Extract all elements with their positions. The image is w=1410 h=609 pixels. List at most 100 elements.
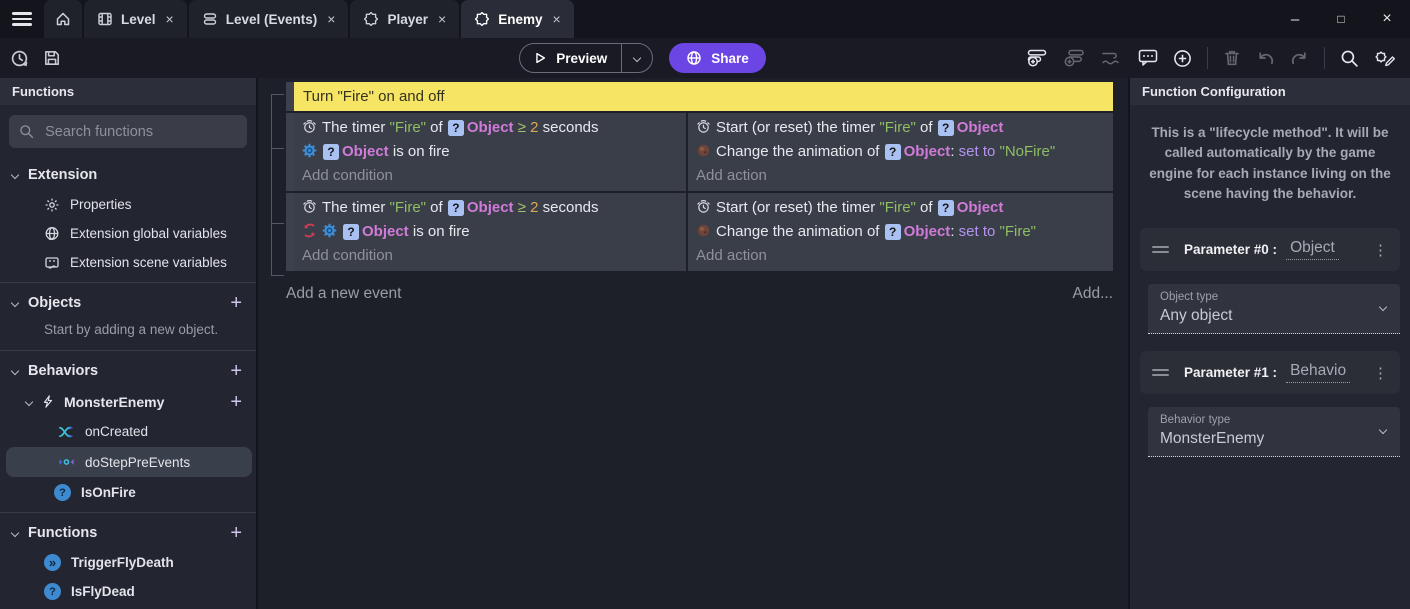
action-line[interactable]: Start (or reset) the timer "Fire" of Obj…	[696, 116, 1105, 140]
conditions-column[interactable]: The timer "Fire" of Object ≥ 2 seconds O…	[294, 113, 686, 191]
undo-button[interactable]	[1256, 49, 1275, 67]
add-comment-button[interactable]	[1138, 49, 1158, 67]
sidebar-item-isflydead[interactable]: IsFlyDead	[0, 577, 256, 606]
add-subevent-button[interactable]	[1064, 49, 1086, 67]
hamburger-icon	[12, 9, 32, 29]
section-behaviors[interactable]: Behaviors +	[0, 356, 256, 386]
scene-variables-icon	[44, 255, 60, 271]
parameter-name-field[interactable]: Behavio	[1286, 362, 1350, 383]
events-sheet: Turn "Fire" on and off The timer "Fire" …	[258, 78, 1128, 609]
comment-text[interactable]: Turn "Fire" on and off	[294, 82, 1113, 111]
actions-column[interactable]: Start (or reset) the timer "Fire" of Obj…	[688, 193, 1113, 271]
actions-column[interactable]: Start (or reset) the timer "Fire" of Obj…	[688, 113, 1113, 191]
parameter-menu-icon[interactable]: ⋮	[1373, 241, 1388, 259]
parameter-name-field[interactable]: Object	[1286, 239, 1339, 260]
behavior-name: MonsterEnemy	[64, 394, 164, 410]
close-tab-icon[interactable]: ×	[438, 11, 446, 27]
drag-handle-icon[interactable]	[1152, 243, 1169, 256]
event-drag-strip[interactable]	[286, 82, 294, 111]
comment-event[interactable]: Turn "Fire" on and off	[286, 82, 1113, 111]
event-drag-strip[interactable]	[286, 113, 294, 191]
share-button[interactable]: Share	[669, 43, 766, 73]
history-icon[interactable]	[10, 49, 29, 68]
preview-options-button[interactable]	[622, 44, 652, 72]
sidebar-item-dosteppreevents[interactable]: doStepPreEvents	[6, 447, 252, 477]
minimize-button[interactable]: –	[1272, 11, 1318, 28]
tab-player[interactable]: Player ×	[350, 0, 459, 38]
behavior-monsterenemy[interactable]: MonsterEnemy +	[0, 386, 256, 417]
text-segment: "Fire"	[390, 116, 426, 140]
parameter-card-0[interactable]: Parameter #0 : Object ⋮	[1140, 228, 1400, 271]
search-events-button[interactable]	[1340, 49, 1359, 68]
parameter-card-1[interactable]: Parameter #1 : Behavio ⋮	[1140, 351, 1400, 394]
add-function-button[interactable]: +	[230, 523, 242, 543]
choose-event-button[interactable]	[1173, 49, 1192, 68]
search-icon	[19, 123, 34, 140]
close-tab-icon[interactable]: ×	[166, 11, 174, 27]
redo-button[interactable]	[1290, 49, 1309, 67]
sidebar-header: Functions	[0, 78, 256, 105]
tab-level-events[interactable]: Level (Events) ×	[189, 0, 349, 38]
preview-button[interactable]: Preview	[519, 43, 653, 73]
text-segment: 2	[530, 116, 538, 140]
text-segment: Object	[467, 196, 514, 220]
condition-line[interactable]: Object is on fire	[302, 220, 678, 244]
condition-line[interactable]: Object is on fire	[302, 140, 678, 164]
main-menu-button[interactable]	[0, 0, 44, 38]
search-functions-input[interactable]	[43, 123, 237, 141]
sidebar-item-properties[interactable]: Properties	[0, 190, 256, 219]
tab-level[interactable]: Level ×	[84, 0, 187, 38]
sidebar-item-isonfire[interactable]: IsOnFire	[0, 478, 256, 507]
add-object-button[interactable]: +	[230, 293, 242, 313]
maximize-button[interactable]: □	[1318, 12, 1364, 26]
add-condition-link[interactable]: Add condition	[302, 244, 678, 267]
close-tab-icon[interactable]: ×	[552, 11, 560, 27]
edit-extension-button[interactable]	[1374, 49, 1396, 68]
parameter-menu-icon[interactable]: ⋮	[1373, 364, 1388, 382]
action-function-icon	[44, 554, 61, 571]
conditions-column[interactable]: The timer "Fire" of Object ≥ 2 seconds O…	[294, 193, 686, 271]
condition-line[interactable]: The timer "Fire" of Object ≥ 2 seconds	[302, 196, 678, 220]
behavior-type-select[interactable]: Behavior type MonsterEnemy	[1148, 407, 1400, 457]
save-icon[interactable]	[43, 49, 61, 67]
section-label: Objects	[28, 295, 81, 311]
text-segment: :	[950, 140, 958, 164]
sidebar-item-oncreated[interactable]: onCreated	[0, 417, 256, 446]
tab-home[interactable]	[44, 0, 82, 38]
delete-button[interactable]	[1223, 49, 1241, 67]
standard-event[interactable]: The timer "Fire" of Object ≥ 2 seconds O…	[286, 113, 1113, 191]
standard-event[interactable]: The timer "Fire" of Object ≥ 2 seconds O…	[286, 193, 1113, 271]
action-line[interactable]: Start (or reset) the timer "Fire" of Obj…	[696, 196, 1105, 220]
add-condition-link[interactable]: Add condition	[302, 164, 678, 187]
action-line[interactable]: Change the animation of Object: set to "…	[696, 220, 1105, 244]
section-extension[interactable]: Extension	[0, 160, 256, 190]
sidebar-item-extension-scene-variables[interactable]: Extension scene variables	[0, 248, 256, 277]
add-function-to-behavior-button[interactable]: +	[230, 392, 242, 412]
text-segment: seconds	[538, 196, 598, 220]
add-more-link[interactable]: Add...	[1073, 285, 1114, 303]
condition-line[interactable]: The timer "Fire" of Object ≥ 2 seconds	[302, 116, 678, 140]
section-objects[interactable]: Objects +	[0, 288, 256, 318]
close-tab-icon[interactable]: ×	[327, 11, 335, 27]
add-action-link[interactable]: Add action	[696, 164, 1105, 187]
object-type-select[interactable]: Object type Any object	[1148, 284, 1400, 334]
tab-enemy[interactable]: Enemy ×	[461, 0, 573, 38]
text-segment: "Fire"	[879, 116, 915, 140]
sidebar-item-extension-global-variables[interactable]: Extension global variables	[0, 219, 256, 248]
add-event-button[interactable]	[1027, 49, 1049, 67]
add-behavior-button[interactable]: +	[230, 361, 242, 381]
add-action-link[interactable]: Add action	[696, 244, 1105, 267]
section-functions[interactable]: Functions +	[0, 518, 256, 548]
action-line[interactable]: Change the animation of Object: set to "…	[696, 140, 1105, 164]
add-other-event-button[interactable]	[1101, 49, 1123, 67]
event-drag-strip[interactable]	[286, 193, 294, 271]
item-label: Properties	[70, 197, 132, 212]
drag-handle-icon[interactable]	[1152, 366, 1169, 379]
close-window-button[interactable]: ×	[1364, 10, 1410, 28]
preview-button-main[interactable]: Preview	[520, 44, 621, 72]
functions-sidebar: Functions Extension Properties Extension…	[0, 78, 258, 609]
add-new-event-link[interactable]: Add a new event	[286, 285, 401, 303]
item-label: IsFlyDead	[71, 584, 135, 599]
sidebar-item-triggerflydeath[interactable]: TriggerFlyDeath	[0, 548, 256, 577]
search-functions-box[interactable]	[9, 115, 247, 148]
